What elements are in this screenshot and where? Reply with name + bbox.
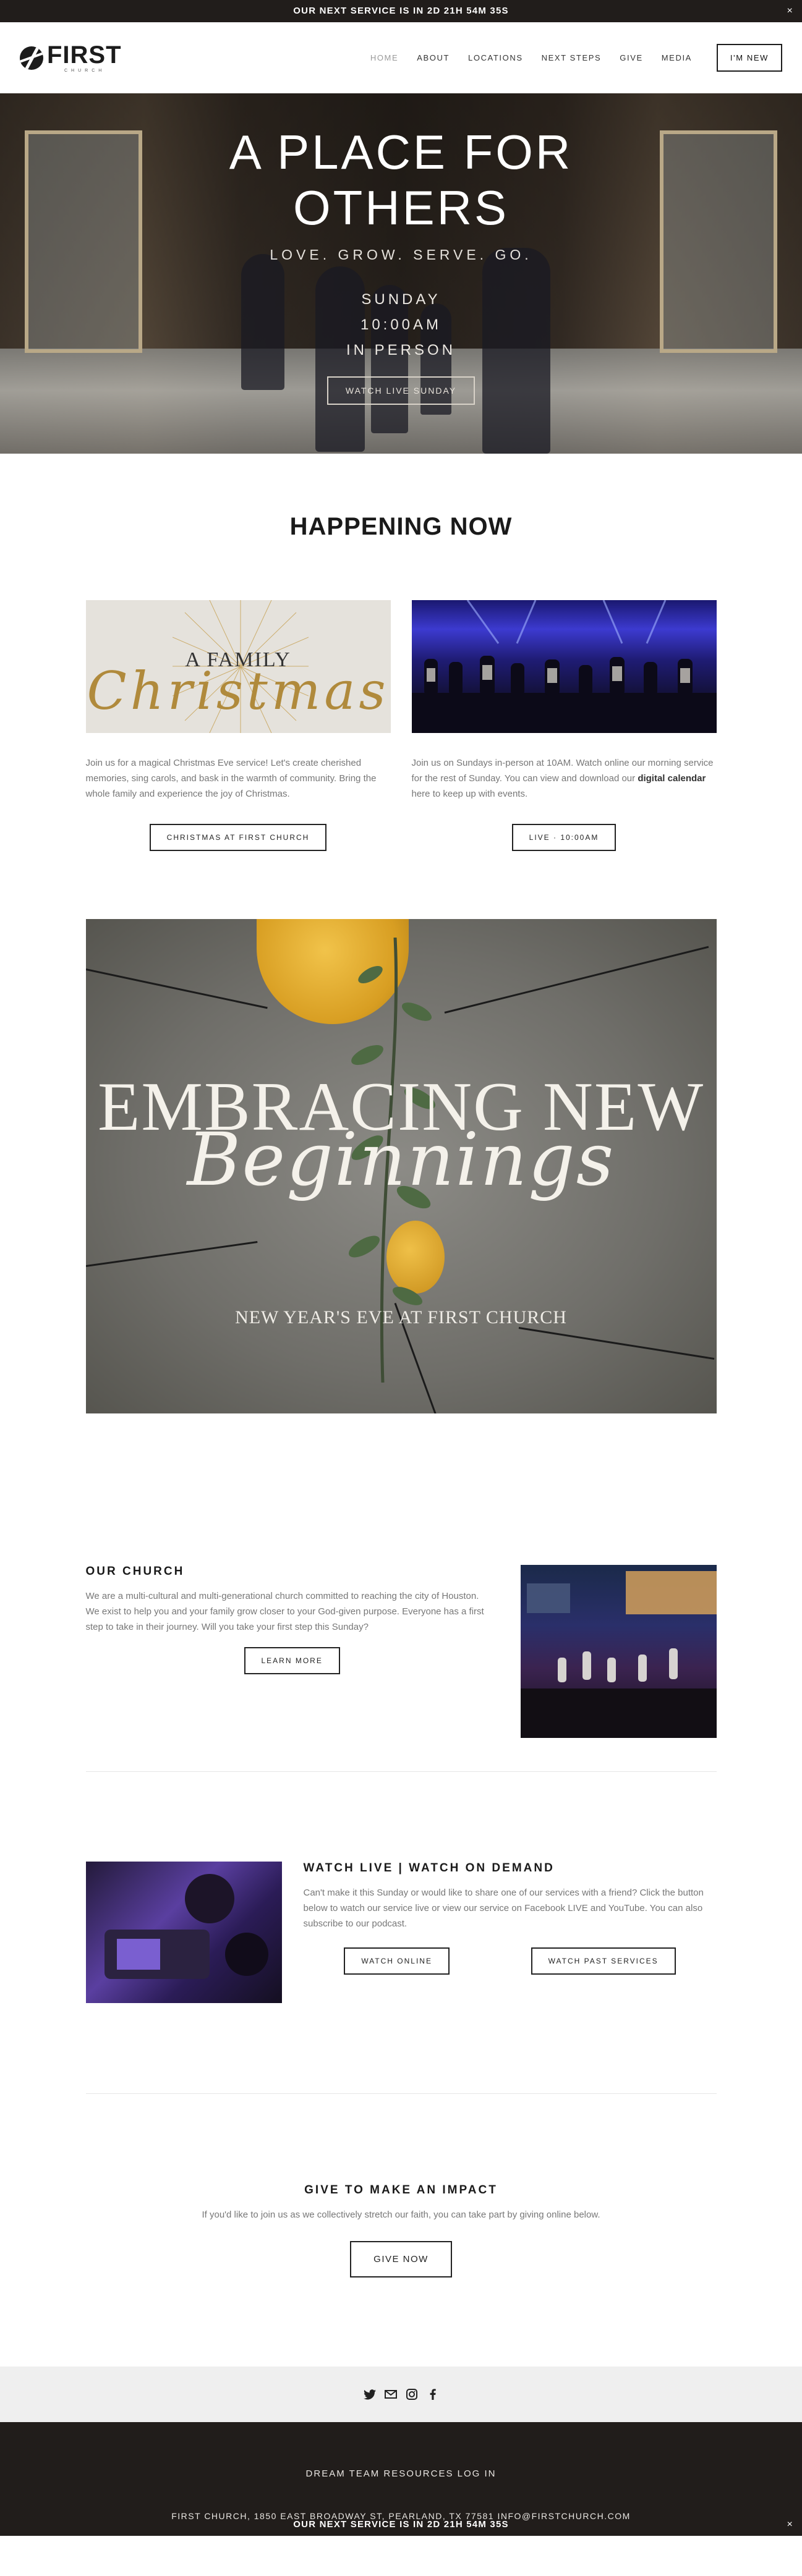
nav-give[interactable]: GIVE — [620, 53, 642, 62]
our-church-section: OUR CHURCH We are a multi-cultural and m… — [86, 1565, 717, 1738]
logo-text: FIRST — [47, 41, 122, 69]
watch-online-button[interactable]: WATCH ONLINE — [344, 1947, 450, 1975]
watch-live-button[interactable]: WATCH LIVE SUNDAY — [326, 376, 476, 405]
live-button[interactable]: LIVE · 10:00AM — [511, 824, 616, 851]
social-bar — [0, 2366, 802, 2422]
camera-graphic — [104, 1874, 268, 1979]
give-text: If you'd like to join us as we collectiv… — [202, 2210, 600, 2220]
nav-home[interactable]: HOME — [370, 53, 398, 62]
give-section: GIVE TO MAKE AN IMPACT If you'd like to … — [0, 2094, 802, 2366]
service-mode: IN PERSON — [346, 342, 456, 358]
christmas-card: A FAMILY Christmas Join us for a magical… — [85, 600, 391, 851]
hero-title-line1: A PLACE FOR — [229, 125, 573, 179]
service-day: SUNDAY — [361, 291, 441, 308]
countdown-text: OUR NEXT SERVICE IS IN 2D 21H 54M 35S — [293, 6, 509, 16]
site-header: FIRST CHURCH HOME ABOUT LOCATIONS NEXT S… — [0, 22, 802, 93]
church-worship-graphic — [520, 1571, 717, 1738]
hero-section: A PLACE FOR OTHERS LOVE. GROW. SERVE. GO… — [0, 93, 802, 454]
im-new-button[interactable]: I'M NEW — [716, 44, 782, 72]
watch-past-services-button[interactable]: WATCH PAST SERVICES — [531, 1947, 676, 1975]
nav-next-steps[interactable]: NEXT STEPS — [542, 53, 602, 62]
learn-more-button[interactable]: LEARN MORE — [244, 1647, 340, 1674]
facebook-icon[interactable] — [426, 2387, 440, 2401]
hero-title-line2: OTHERS — [292, 180, 510, 235]
new-years-banner[interactable]: EMBRACING NEW Beginnings NEW YEAR'S EVE … — [85, 919, 717, 1413]
section-divider — [85, 1771, 717, 1772]
banner-line3: NEW YEAR'S EVE AT FIRST CHURCH — [235, 1307, 567, 1328]
watch-text: Can't make it this Sunday or would like … — [303, 1888, 704, 1929]
sunday-text: Join us on Sundays in-person at 10AM. Wa… — [411, 758, 714, 799]
church-worship-image — [520, 1565, 717, 1738]
bottom-countdown-text: OUR NEXT SERVICE IS IN 2D 21H 54M 35S — [293, 2519, 509, 2530]
logo-mark-icon — [20, 46, 43, 70]
christmas-image-script: Christmas — [87, 661, 390, 721]
main-nav: HOME ABOUT LOCATIONS NEXT STEPS GIVE MED… — [370, 44, 782, 72]
give-now-button[interactable]: GIVE NOW — [350, 2241, 452, 2277]
watch-section: WATCH LIVE | WATCH ON DEMAND Can't make … — [85, 1862, 717, 2003]
worship-stage-image[interactable] — [411, 600, 717, 733]
nav-about[interactable]: ABOUT — [417, 53, 450, 62]
sunday-card: Join us on Sundays in-person at 10AM. Wa… — [411, 600, 717, 851]
close-icon[interactable]: × — [787, 0, 793, 22]
give-title: GIVE TO MAKE AN IMPACT — [304, 2184, 498, 2197]
bottom-announcement-bar: OUR NEXT SERVICE IS IN 2D 21H 54M 35S × — [0, 2514, 802, 2536]
digital-calendar-link[interactable]: digital calendar — [638, 773, 706, 784]
watch-title: WATCH LIVE | WATCH ON DEMAND — [303, 1862, 555, 1875]
stage-lights-graphic — [411, 600, 717, 733]
bottom-close-icon[interactable]: × — [787, 2514, 793, 2536]
our-church-title: OUR CHURCH — [85, 1565, 185, 1578]
email-icon[interactable] — [384, 2387, 398, 2401]
logo-subtext: CHURCH — [64, 69, 106, 73]
service-time: 10:00AM — [360, 316, 442, 333]
hero-tagline: LOVE. GROW. SERVE. GO. — [270, 247, 532, 263]
happening-title: HAPPENING NOW — [289, 513, 513, 540]
dream-team-login-link[interactable]: DREAM TEAM RESOURCES LOG IN — [306, 2422, 497, 2479]
twitter-icon[interactable] — [363, 2387, 377, 2401]
service-info: SUNDAY 10:00AM IN PERSON — [0, 287, 802, 363]
our-church-text: We are a multi-cultural and multi-genera… — [85, 1591, 484, 1632]
banner-line2: Beginnings — [187, 1117, 615, 1202]
christmas-text: Join us for a magical Christmas Eve serv… — [85, 758, 377, 799]
announcement-bar: OUR NEXT SERVICE IS IN 2D 21H 54M 35S × — [0, 0, 802, 22]
nav-media[interactable]: MEDIA — [662, 53, 692, 62]
happening-section: HAPPENING NOW A FAMILY Christmas Join us… — [0, 454, 802, 851]
logo[interactable]: FIRST CHURCH — [20, 43, 122, 73]
christmas-image[interactable]: A FAMILY Christmas — [85, 600, 391, 733]
camera-image — [85, 1862, 282, 2003]
site-footer: DREAM TEAM RESOURCES LOG IN FIRST CHURCH… — [0, 2422, 802, 2536]
nav-locations[interactable]: LOCATIONS — [468, 53, 523, 62]
christmas-button[interactable]: CHRISTMAS AT FIRST CHURCH — [149, 824, 327, 851]
instagram-icon[interactable] — [405, 2387, 419, 2401]
hero-title: A PLACE FOR OTHERS — [0, 124, 802, 235]
